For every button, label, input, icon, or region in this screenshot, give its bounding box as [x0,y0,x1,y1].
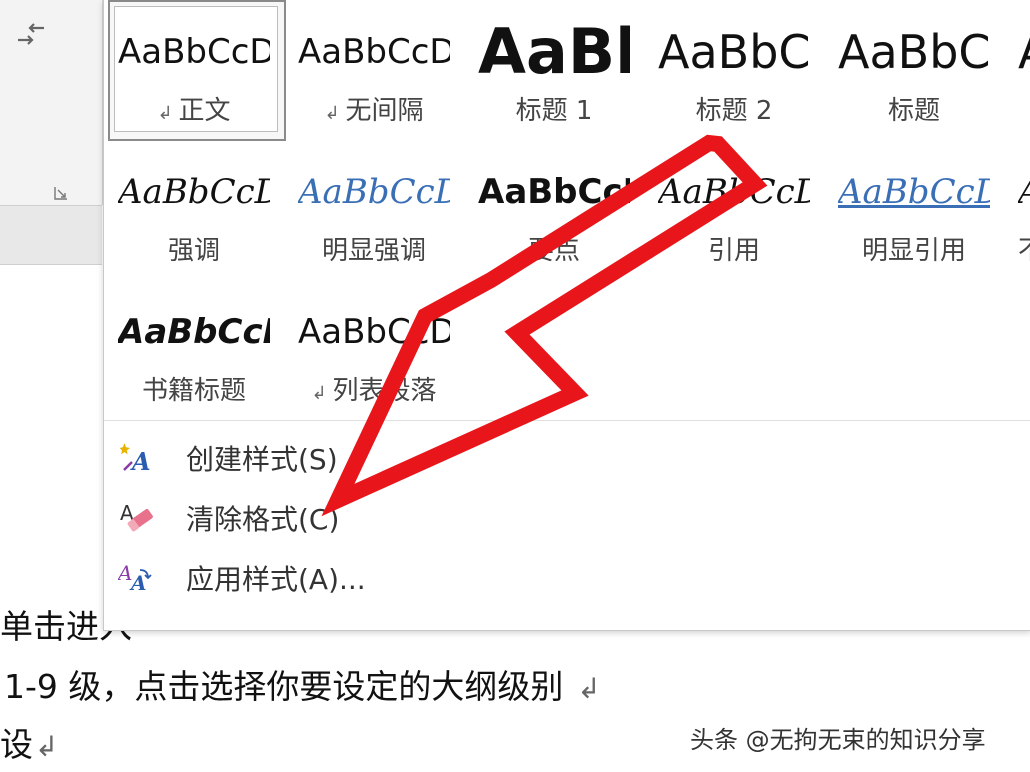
style-tile-quote[interactable]: AaBbCcDd 引用 [644,140,824,280]
dialog-launcher-icon[interactable] [54,186,68,200]
style-preview: A [1018,162,1030,226]
style-preview: AaBbCcD [118,312,270,352]
menu-divider [104,420,1030,421]
create-style-menu-item[interactable]: A 创建样式(S) [114,428,714,486]
style-preview: AaBbC [838,25,990,79]
style-name: 标题 2 [695,96,773,126]
move-left-icon[interactable] [14,22,48,48]
watermark-text: 头条 @无拘无束的知识分享 [690,726,986,754]
style-tile-strong[interactable]: AaBbCcD 要点 [464,140,644,280]
document-line-3: 设↲ [0,725,59,764]
styles-gallery-popup: AaBbCcDd ↲正文 AaBbCcDd ↲无间隔 AaBb 标题 1 AaB… [103,0,1030,631]
style-preview: AaBbCcDd [118,32,270,72]
style-name: 引用 [707,236,760,266]
ribbon-bottom-strip [0,205,102,265]
document-line-2: 1-9 级，点击选择你要设定的大纲级别 ↲ [4,667,601,706]
style-tile-normal[interactable]: AaBbCcDd ↲正文 [104,0,286,141]
style-tile-heading-2[interactable]: AaBbC 标题 2 [644,0,824,140]
style-tile-partial-2[interactable]: A 不 [1004,140,1030,280]
style-name: 不 [1018,230,1030,267]
style-tile-heading-1[interactable]: AaBb 标题 1 [464,0,644,140]
style-preview: AaBb [478,22,630,86]
style-tile-intense-quote[interactable]: AaBbCcDd 明显引用 [824,140,1004,280]
style-name: 标题 1 [515,96,593,126]
style-preview: AaBbCcDd [298,32,450,72]
style-name: 要点 [527,236,580,266]
style-name: 明显引用 [861,236,966,266]
style-name: 书籍标题 [141,376,246,406]
create-style-label: 创建样式(S) [186,443,338,476]
svg-text:A: A [130,447,151,474]
style-tile-book-title[interactable]: AaBbCcD 书籍标题 [104,280,284,420]
create-style-icon: A [119,443,151,474]
style-name: 标题 [887,96,940,126]
style-preview: A [1018,22,1030,86]
style-tile-title[interactable]: AaBbC 标题 [824,0,1004,140]
style-name: 明显强调 [321,236,426,266]
style-preview: AaBbCcDd [838,172,990,212]
clear-formatting-menu-item[interactable]: A 清除格式(C) [114,488,714,546]
style-name: ↲ 正文 [157,96,231,126]
style-preview: AaBbCcDd [298,312,450,352]
style-tile-emphasis[interactable]: AaBbCcDd 强调 [104,140,284,280]
style-preview: AaBbCcDd [118,172,270,212]
svg-text:A: A [129,571,147,594]
style-tile-intense-emphasis[interactable]: AaBbCcDd 明显强调 [284,140,464,280]
style-preview: AaBbCcD [478,172,630,212]
apply-styles-icon: A A [118,561,152,594]
style-tile-list-paragraph[interactable]: AaBbCcDd ↲列表段落 [284,280,464,420]
style-preview: AaBbCcDd [658,172,810,212]
style-name: 强调 [167,236,220,266]
apply-styles-label: 应用样式(A)... [186,563,366,596]
style-name: ↲ 无间隔 [324,96,424,126]
style-tile-partial[interactable]: A [1004,0,1030,140]
eraser-icon: A [120,501,153,532]
style-preview: AaBbCcDd [298,172,450,212]
ribbon-group [0,0,103,205]
apply-styles-menu-item[interactable]: A A 应用样式(A)... [114,548,714,606]
style-name: ↲ 列表段落 [311,376,437,406]
style-tile-no-spacing[interactable]: AaBbCcDd ↲无间隔 [284,0,464,140]
style-preview: AaBbC [658,25,810,79]
clear-formatting-label: 清除格式(C) [186,503,340,536]
